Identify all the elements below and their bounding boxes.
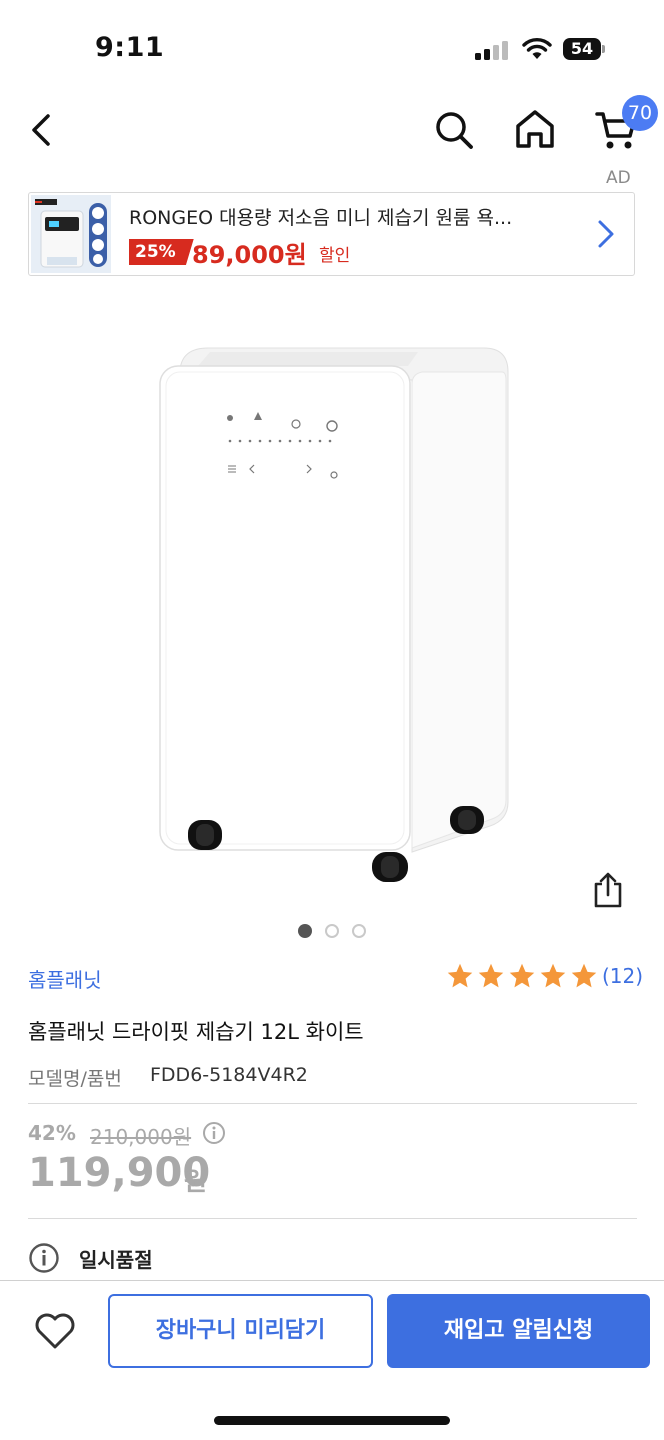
chevron-right-icon[interactable] bbox=[595, 217, 617, 251]
star-icon bbox=[540, 963, 566, 988]
pagination-dot-2[interactable] bbox=[325, 924, 339, 938]
share-icon[interactable] bbox=[590, 870, 626, 910]
pagination-dot-3[interactable] bbox=[352, 924, 366, 938]
cart-count-badge: 70 bbox=[622, 95, 658, 131]
heart-icon[interactable] bbox=[34, 1312, 76, 1350]
status-time: 9:11 bbox=[95, 32, 165, 63]
pagination-dot-1[interactable] bbox=[298, 924, 312, 938]
add-to-cart-button[interactable]: 장바구니 미리담기 bbox=[108, 1294, 373, 1368]
restock-alert-button[interactable]: 재입고 알림신청 bbox=[387, 1294, 650, 1368]
back-arrow-icon[interactable] bbox=[24, 108, 60, 152]
model-label: 모델명/품번 bbox=[28, 1068, 122, 1090]
battery-icon: 54 bbox=[563, 38, 605, 60]
product-image[interactable] bbox=[150, 340, 520, 890]
info-icon bbox=[29, 1243, 59, 1273]
product-title: 홈플래닛 드라이핏 제습기 12L 화이트 bbox=[28, 1020, 364, 1044]
sale-price: 119,900 bbox=[28, 1150, 211, 1196]
search-icon[interactable] bbox=[432, 108, 476, 152]
home-icon[interactable] bbox=[512, 106, 558, 152]
stock-status: 일시품절 bbox=[79, 1248, 153, 1272]
star-icon bbox=[571, 963, 597, 988]
model-value: FDD6-5184V4R2 bbox=[150, 1064, 308, 1086]
home-indicator bbox=[214, 1416, 450, 1425]
discount-rate: 42% bbox=[28, 1121, 76, 1145]
price-unit: 원 bbox=[184, 1167, 208, 1196]
signal-icon bbox=[475, 41, 508, 60]
divider bbox=[28, 1103, 637, 1104]
ad-sale-label: 할인 bbox=[319, 246, 351, 266]
image-pagination bbox=[298, 924, 368, 940]
review-count[interactable]: (12) bbox=[602, 964, 643, 988]
star-icon bbox=[447, 963, 473, 988]
status-bar: 9:11 54 bbox=[0, 0, 664, 100]
ad-price: 89,000원 bbox=[192, 241, 307, 269]
info-icon[interactable] bbox=[202, 1121, 226, 1145]
original-price: 210,000원 bbox=[90, 1125, 192, 1149]
star-icon bbox=[509, 963, 535, 988]
brand-link[interactable]: 홈플래닛 bbox=[28, 964, 102, 993]
ad-title: RONGEO 대용량 저소음 미니 제습기 원룸 욕... bbox=[129, 207, 513, 229]
divider bbox=[28, 1218, 637, 1219]
ad-banner[interactable]: RONGEO 대용량 저소음 미니 제습기 원룸 욕... 25% 89,000… bbox=[28, 192, 635, 276]
star-icon bbox=[478, 963, 504, 988]
battery-level: 54 bbox=[563, 38, 601, 60]
ad-product-thumbnail bbox=[31, 195, 111, 273]
wifi-icon bbox=[522, 38, 552, 59]
ad-discount-badge: 25% bbox=[129, 239, 194, 265]
ad-label: AD bbox=[606, 168, 631, 188]
